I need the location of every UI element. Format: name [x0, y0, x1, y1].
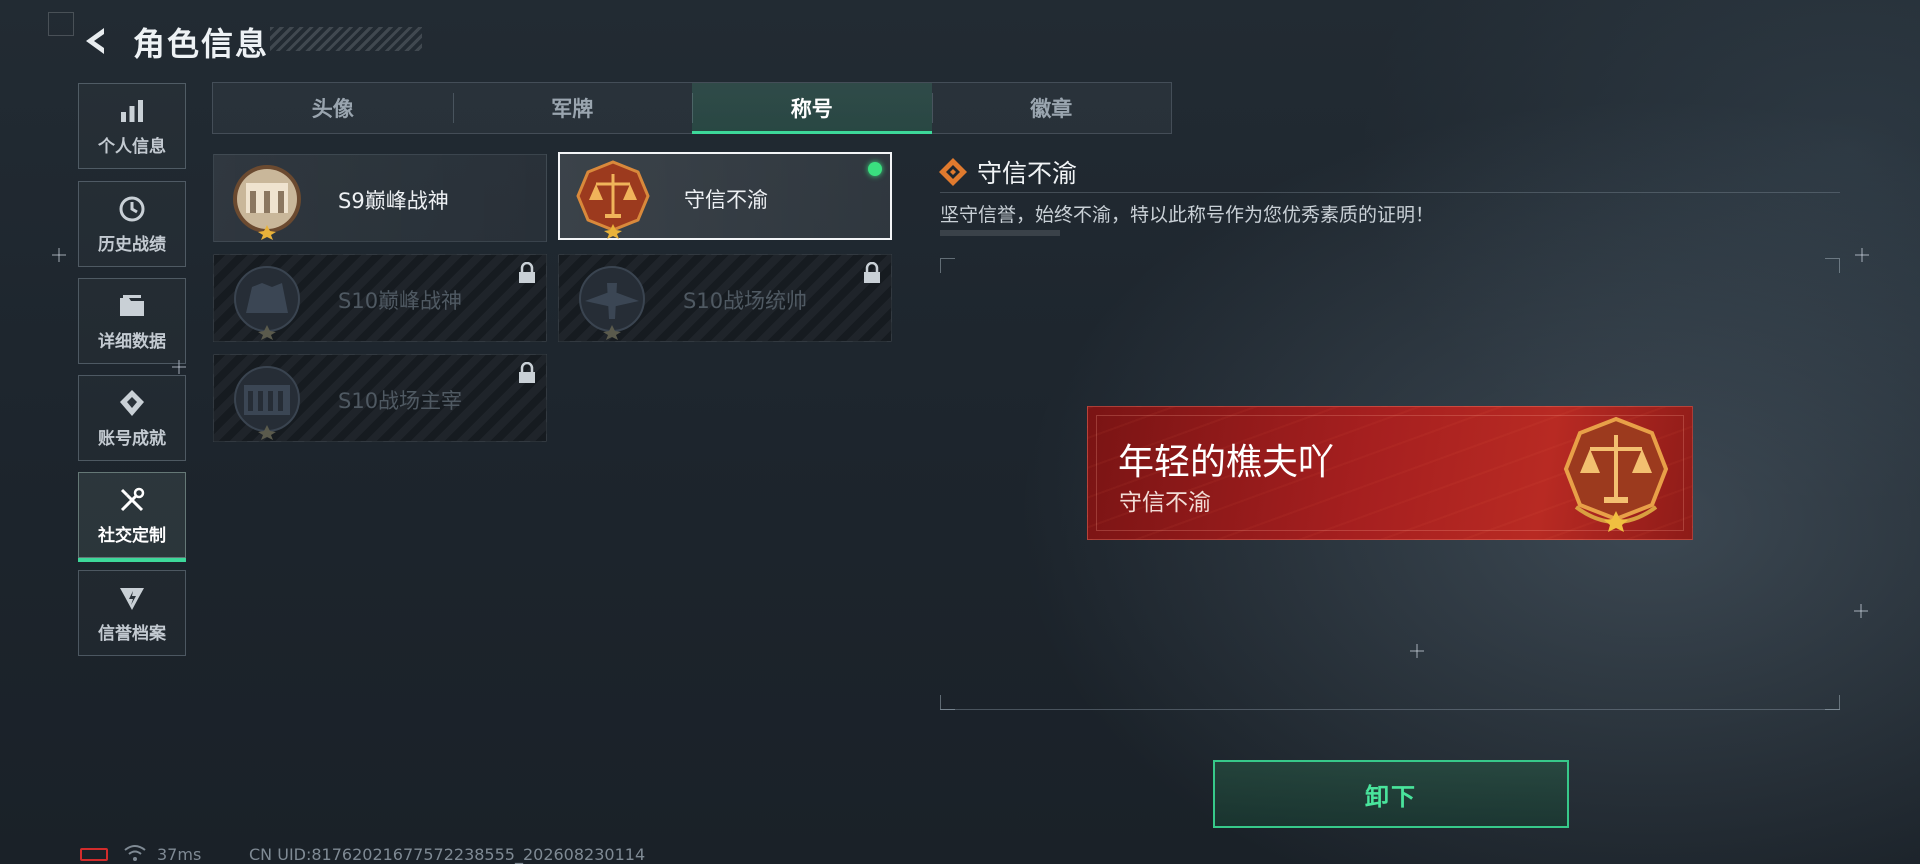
- decor-cross: [1854, 604, 1868, 618]
- achievement-icon: [120, 389, 144, 416]
- unequip-button[interactable]: 卸下: [1213, 760, 1569, 828]
- sidebar-item-label: 账号成就: [98, 428, 166, 449]
- title-card-name: S10战场统帅: [683, 289, 808, 313]
- category-tabs: 头像 军牌 称号 徽章: [212, 82, 1172, 134]
- title-diamond-icon: [939, 158, 967, 186]
- title-card-s10-peak-god[interactable]: S10巅峰战神: [213, 254, 547, 342]
- tab-dogtag[interactable]: 军牌: [452, 83, 693, 133]
- bar-chart-icon: [121, 99, 143, 122]
- sidebar-item-label: 社交定制: [98, 525, 166, 546]
- title-card-name: S9巅峰战神: [338, 189, 449, 213]
- s10-commander-emblem-icon: [579, 266, 645, 340]
- page-title: 角色信息: [133, 25, 270, 63]
- tab-title[interactable]: 称号: [692, 83, 932, 134]
- lock-icon: [864, 262, 880, 283]
- sidebar-item-label: 详细数据: [98, 331, 166, 352]
- sidebar-item-detail-data[interactable]: 详细数据: [78, 278, 186, 364]
- sidebar-item-personal-info[interactable]: 个人信息: [78, 83, 186, 169]
- tools-icon: [120, 487, 145, 511]
- unequip-button-label: 卸下: [1365, 782, 1417, 811]
- s10-peak-emblem-icon: [234, 266, 300, 340]
- banner-title: 守信不渝: [1119, 490, 1211, 516]
- sidebar-item-label: 信誉档案: [98, 623, 166, 644]
- sidebar-item-label: 个人信息: [98, 136, 166, 157]
- description-decoration: [940, 230, 1060, 236]
- s10-dominator-emblem-icon: [234, 366, 300, 440]
- equipped-indicator: [868, 162, 882, 176]
- battery-icon: [80, 848, 108, 861]
- title-card-s10-dominator[interactable]: S10战场主宰: [213, 354, 547, 442]
- decor-cross: [52, 248, 66, 262]
- sidebar-item-history[interactable]: 历史战绩: [78, 181, 186, 267]
- lock-icon: [519, 362, 535, 383]
- preview-divider: [940, 709, 1840, 710]
- scales-emblem-icon: [576, 160, 650, 239]
- title-card-keep-faith[interactable]: 守信不渝: [558, 152, 892, 240]
- sidebar-item-achievements[interactable]: 账号成就: [78, 375, 186, 461]
- title-card-name: S10战场主宰: [338, 389, 463, 413]
- sidebar-item-social-custom[interactable]: 社交定制: [78, 472, 186, 562]
- folder-icon: [120, 294, 144, 316]
- selected-title-description: 坚守信誉，始终不渝，特以此称号作为您优秀素质的证明！: [940, 204, 1435, 226]
- tab-badge[interactable]: 徽章: [931, 83, 1172, 133]
- title-card-name: 守信不渝: [684, 188, 768, 212]
- title-card-name: S10巅峰战神: [338, 289, 463, 313]
- decor-cross: [1855, 248, 1869, 262]
- ping-readout: 37ms: [157, 845, 202, 864]
- sidebar-item-credit-archive[interactable]: 信誉档案: [78, 570, 186, 656]
- title-decoration: [270, 27, 422, 51]
- back-arrow-icon[interactable]: [80, 24, 114, 58]
- wifi-icon: [124, 845, 146, 861]
- selected-title-name: 守信不渝: [977, 159, 1078, 188]
- credit-shield-icon: [120, 587, 144, 610]
- tab-avatar[interactable]: 头像: [213, 83, 453, 133]
- player-name: 年轻的樵夫吖: [1118, 442, 1335, 483]
- divider: [940, 192, 1840, 193]
- user-uid: CN UID:81762021677572238555_202608230114: [249, 845, 646, 864]
- title-card-s10-commander[interactable]: S10战场统帅: [558, 254, 892, 342]
- title-card-s9-peak-god[interactable]: S9巅峰战神: [213, 154, 547, 242]
- lock-icon: [519, 262, 535, 283]
- scales-emblem-icon: [1563, 416, 1669, 532]
- title-preview-banner: 年轻的樵夫吖 守信不渝: [1087, 406, 1693, 540]
- corner-mark: [48, 12, 74, 36]
- s9-emblem-icon: [233, 165, 301, 240]
- history-clock-icon: [119, 196, 145, 221]
- sidebar-item-label: 历史战绩: [98, 234, 166, 255]
